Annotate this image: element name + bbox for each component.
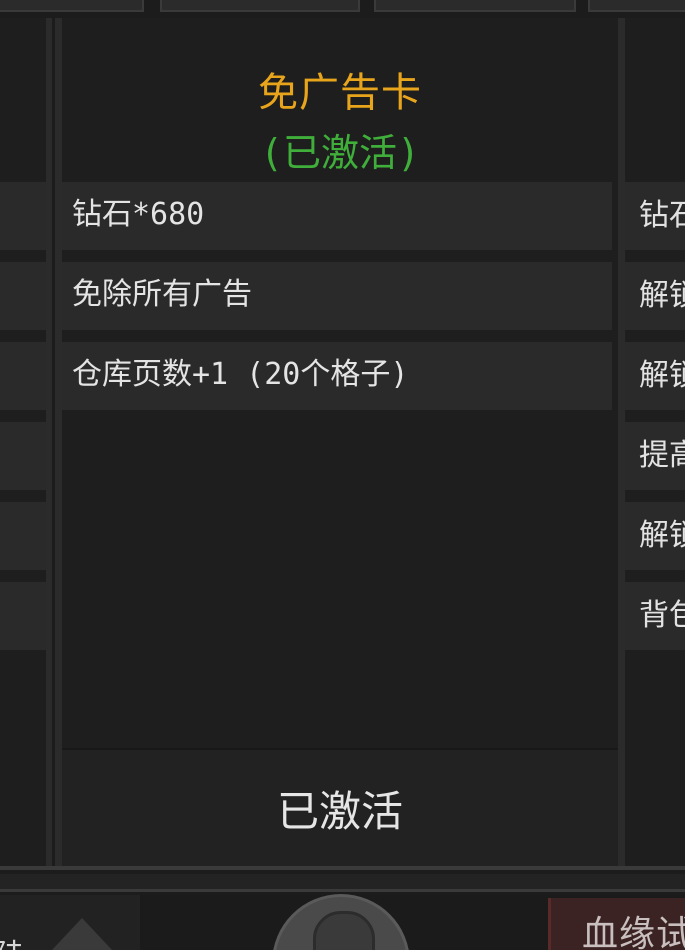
left-feature-row: [0, 262, 46, 330]
right-feature-row: 钻石: [625, 182, 685, 250]
right-feature-row: 解锁: [625, 342, 685, 410]
top-tab-1[interactable]: [0, 0, 144, 12]
feature-remove-ads: 免除所有广告: [62, 262, 612, 330]
bottom-nav-left-label: 陆: [0, 930, 24, 950]
card-title: 免广告卡: [258, 70, 422, 116]
left-feature-row: [0, 582, 46, 650]
bottom-divider: [0, 866, 685, 870]
left-feature-row: [0, 342, 46, 410]
feature-warehouse-page: 仓库页数+1 (20个格子): [62, 342, 612, 410]
left-feature-row: [0, 182, 46, 250]
right-feature-row: 解锁: [625, 502, 685, 570]
top-tab-4[interactable]: [588, 0, 685, 12]
top-tab-2[interactable]: [160, 0, 360, 12]
left-feature-row: [0, 422, 46, 490]
triangle-icon[interactable]: [52, 918, 112, 950]
bloodline-label: 血缘试: [582, 914, 685, 950]
left-feature-row: [0, 502, 46, 570]
right-product-card[interactable]: 钻石 解锁 解锁 提高 解锁 背包: [619, 18, 685, 868]
ad-free-card: 免广告卡 (已激活) 钻石*680 免除所有广告 仓库页数+1 (20个格子) …: [55, 18, 625, 868]
right-feature-row: 提高: [625, 422, 685, 490]
right-feature-row: 解锁: [625, 262, 685, 330]
feature-diamonds: 钻石*680: [62, 182, 612, 250]
activated-button[interactable]: 已激活: [62, 748, 618, 866]
right-feature-row: 背包: [625, 582, 685, 650]
bottom-divider-band: [0, 874, 685, 892]
left-product-card[interactable]: [0, 18, 52, 868]
card-status: (已激活): [260, 131, 420, 175]
top-tab-3[interactable]: [374, 0, 576, 12]
